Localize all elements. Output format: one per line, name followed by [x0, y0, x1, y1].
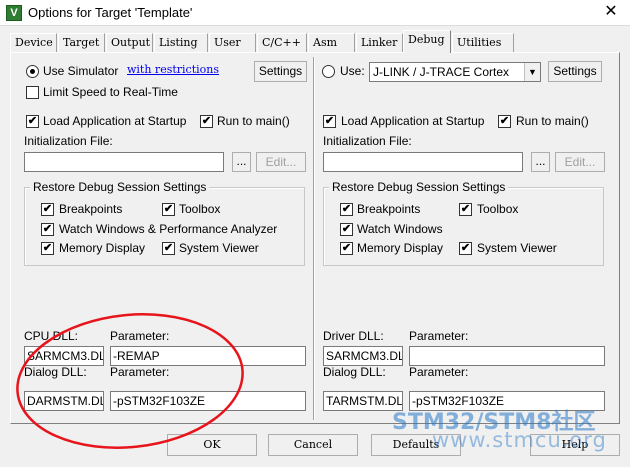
left-memory-display-checkbox[interactable]: ✔ — [41, 242, 54, 255]
left-browse-button[interactable]: ... — [232, 152, 251, 172]
ok-button[interactable]: OK — [167, 434, 257, 456]
cancel-button[interactable]: Cancel — [268, 434, 358, 456]
tab-device[interactable]: Device — [10, 33, 57, 52]
left-dialog-parameter-input[interactable]: -pSTM32F103ZE — [110, 391, 306, 411]
limit-speed-label: Limit Speed to Real-Time — [43, 85, 178, 99]
tab-c-cpp[interactable]: C/C++ — [257, 33, 307, 52]
chevron-down-icon[interactable]: ▼ — [524, 63, 540, 81]
watermark-line2: www.stmcu.org — [432, 428, 607, 452]
uvision-app-icon: V — [6, 5, 22, 21]
right-dialog-dll-label: Dialog DLL: — [323, 365, 386, 379]
right-toolbox-checkbox[interactable]: ✔ — [459, 203, 472, 216]
tab-listing[interactable]: Listing — [154, 33, 208, 52]
debug-driver-select[interactable]: J-LINK / J-TRACE Cortex ▼ — [369, 62, 541, 82]
right-system-viewer-label: System Viewer — [477, 241, 557, 255]
left-system-viewer-checkbox[interactable]: ✔ — [162, 242, 175, 255]
driver-dll-input[interactable]: SARMCM3.DLL — [323, 346, 403, 366]
right-run-to-main-checkbox[interactable]: ✔ — [498, 115, 511, 128]
close-icon[interactable]: ✕ — [600, 2, 622, 22]
right-memory-display-label: Memory Display — [357, 241, 444, 255]
right-load-app-checkbox[interactable]: ✔ — [323, 115, 336, 128]
left-dialog-parameter-label: Parameter: — [110, 365, 170, 379]
driver-parameter-input[interactable] — [409, 346, 605, 366]
left-toolbox-checkbox[interactable]: ✔ — [162, 203, 175, 216]
panel-divider — [313, 57, 315, 420]
right-memory-display-checkbox[interactable]: ✔ — [340, 242, 353, 255]
simulator-settings-button[interactable]: Settings — [254, 61, 307, 82]
limit-speed-checkbox[interactable] — [26, 86, 39, 99]
tab-linker[interactable]: Linker — [356, 33, 403, 52]
left-dialog-dll-input[interactable]: DARMSTM.DLL — [24, 391, 104, 411]
right-dialog-dll-input[interactable]: TARMSTM.DLL — [323, 391, 403, 411]
left-load-app-label: Load Application at Startup — [43, 114, 187, 128]
right-dialog-parameter-label: Parameter: — [409, 365, 469, 379]
cpu-dll-input[interactable]: SARMCM3.DLL — [24, 346, 104, 366]
left-edit-button: Edit... — [256, 152, 306, 172]
debug-driver-select-value: J-LINK / J-TRACE Cortex — [373, 65, 510, 79]
left-run-to-main-checkbox[interactable]: ✔ — [200, 115, 213, 128]
right-breakpoints-checkbox[interactable]: ✔ — [340, 203, 353, 216]
window-title: Options for Target 'Template' — [28, 5, 193, 20]
left-watch-windows-label: Watch Windows & Performance Analyzer — [59, 222, 278, 236]
driver-parameter-label: Parameter: — [409, 329, 469, 343]
tab-target[interactable]: Target — [58, 33, 105, 52]
left-run-to-main-label: Run to main() — [217, 114, 290, 128]
cpu-parameter-label: Parameter: — [110, 329, 170, 343]
tab-asm[interactable]: Asm — [308, 33, 355, 52]
tab-debug[interactable]: Debug — [403, 30, 451, 53]
left-load-app-checkbox[interactable]: ✔ — [26, 115, 39, 128]
title-bar: V Options for Target 'Template' ✕ — [0, 0, 630, 26]
right-browse-button[interactable]: ... — [531, 152, 550, 172]
right-edit-button: Edit... — [555, 152, 605, 172]
use-simulator-label: Use Simulator — [43, 64, 119, 78]
with-restrictions-link[interactable]: with restrictions — [127, 63, 219, 76]
use-simulator-radio[interactable] — [26, 65, 39, 78]
right-toolbox-label: Toolbox — [477, 202, 519, 216]
tab-utilities[interactable]: Utilities — [452, 33, 514, 52]
tab-user[interactable]: User — [209, 33, 256, 52]
use-driver-label: Use: — [340, 64, 365, 78]
left-memory-display-label: Memory Display — [59, 241, 146, 255]
right-run-to-main-label: Run to main() — [516, 114, 589, 128]
right-init-file-label: Initialization File: — [323, 134, 412, 148]
left-init-file-label: Initialization File: — [24, 134, 113, 148]
left-toolbox-label: Toolbox — [179, 202, 221, 216]
right-watch-windows-label: Watch Windows — [357, 222, 443, 236]
right-init-file-input[interactable] — [323, 152, 523, 172]
right-system-viewer-checkbox[interactable]: ✔ — [459, 242, 472, 255]
left-dialog-dll-label: Dialog DLL: — [24, 365, 87, 379]
left-breakpoints-checkbox[interactable]: ✔ — [41, 203, 54, 216]
right-breakpoints-label: Breakpoints — [357, 202, 421, 216]
left-watch-windows-checkbox[interactable]: ✔ — [41, 223, 54, 236]
cpu-dll-label: CPU DLL: — [24, 329, 79, 343]
right-load-app-label: Load Application at Startup — [341, 114, 485, 128]
right-restore-group-title: Restore Debug Session Settings — [329, 180, 509, 194]
tab-output[interactable]: Output — [106, 33, 153, 52]
cpu-parameter-input[interactable]: -REMAP — [110, 346, 306, 366]
driver-settings-button[interactable]: Settings — [548, 61, 602, 82]
use-driver-radio[interactable] — [322, 65, 335, 78]
left-restore-group-title: Restore Debug Session Settings — [30, 180, 210, 194]
left-system-viewer-label: System Viewer — [179, 241, 259, 255]
driver-dll-label: Driver DLL: — [323, 329, 384, 343]
right-watch-windows-checkbox[interactable]: ✔ — [340, 223, 353, 236]
left-init-file-input[interactable] — [24, 152, 224, 172]
left-breakpoints-label: Breakpoints — [59, 202, 123, 216]
